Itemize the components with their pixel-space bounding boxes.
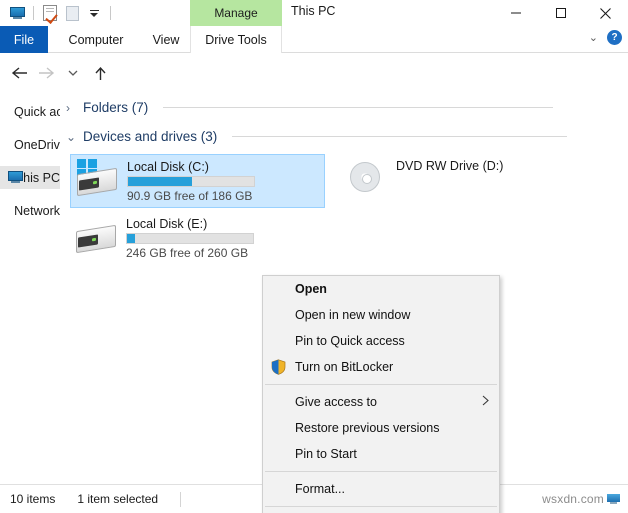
tab-file[interactable]: File xyxy=(0,26,48,53)
close-button[interactable] xyxy=(583,0,628,26)
context-menu-item-pin-quick-access[interactable]: Pin to Quick access xyxy=(263,328,499,354)
navigation-buttons xyxy=(6,61,113,85)
customize-dropdown-icon[interactable] xyxy=(85,4,103,22)
sidebar-item-label-quick-access: Quick access xyxy=(14,104,60,119)
sidebar-item-this-pc[interactable]: This PC xyxy=(0,166,60,189)
context-menu-label-pin-quick-access: Pin to Quick access xyxy=(295,334,405,348)
properties-icon[interactable] xyxy=(41,4,59,22)
chevron-right-icon-submenu xyxy=(482,395,489,409)
ribbon-right-controls: ⌄ ? xyxy=(589,30,622,45)
sidebar-item-onedrive[interactable]: OneDrive xyxy=(0,133,60,156)
group-header-folders[interactable]: › Folders (7) xyxy=(66,100,586,115)
group-divider-devices xyxy=(232,136,568,137)
tab-computer-label: Computer xyxy=(68,32,124,47)
this-pc-icon[interactable] xyxy=(8,4,26,22)
drive-tile-dvd-d[interactable]: DVD RW Drive (D:) xyxy=(340,154,590,200)
new-folder-icon[interactable] xyxy=(63,4,81,22)
context-menu-label-format: Format... xyxy=(295,482,346,496)
optical-drive-icon xyxy=(344,158,388,196)
tab-drive-tools[interactable]: Drive Tools xyxy=(190,26,282,53)
chevron-down-icon[interactable]: ⌄ xyxy=(589,31,598,44)
explorer-body: Quick access OneDrive This PC Network xyxy=(0,92,628,513)
status-selection: 1 item selected xyxy=(77,492,159,506)
quick-access-toolbar xyxy=(8,3,114,23)
up-icon[interactable] xyxy=(87,61,113,85)
sidebar-item-label-onedrive: OneDrive xyxy=(14,137,60,152)
context-menu-item-restore-previous-versions[interactable]: Restore previous versions xyxy=(263,415,499,441)
context-menu-separator-3 xyxy=(265,506,497,507)
contextual-tab-manage[interactable]: Manage xyxy=(190,0,282,26)
drive-free-space-c: 90.9 GB free of 186 GB xyxy=(127,189,253,203)
status-divider xyxy=(180,491,182,507)
status-item-count: 10 items xyxy=(10,492,56,506)
sidebar-item-label-network: Network xyxy=(14,203,60,218)
group-divider-folders xyxy=(163,107,554,108)
context-menu-item-give-access-to[interactable]: Give access to xyxy=(263,389,499,415)
chevron-down-icon-devices[interactable]: ⌄ xyxy=(66,130,76,144)
group-title-folders: Folders (7) xyxy=(83,100,149,115)
drive-tile-local-disk-e[interactable]: Local Disk (E:) 246 GB free of 260 GB xyxy=(70,212,325,264)
context-menu-item-turn-on-bitlocker[interactable]: Turn on BitLocker xyxy=(263,354,499,380)
toolbar-divider-2 xyxy=(110,6,111,20)
group-title-devices: Devices and drives (3) xyxy=(83,129,218,144)
ribbon-tab-row: File Computer View Drive Tools ⌄ ? xyxy=(0,26,628,53)
toolbar-divider xyxy=(33,6,34,20)
context-menu-separator-2 xyxy=(265,471,497,472)
drive-name-d: DVD RW Drive (D:) xyxy=(396,159,504,173)
sidebar-item-network[interactable]: Network xyxy=(0,199,60,222)
drive-free-space-e: 246 GB free of 260 GB xyxy=(126,246,249,260)
navigation-pane: Quick access OneDrive This PC Network xyxy=(0,92,60,484)
tab-computer[interactable]: Computer xyxy=(58,26,134,53)
watermark: wsxdn.com xyxy=(542,492,620,506)
minimize-button[interactable] xyxy=(493,0,538,26)
context-menu-item-pin-to-start[interactable]: Pin to Start xyxy=(263,441,499,467)
group-header-devices[interactable]: ⌄ Devices and drives (3) xyxy=(66,129,586,144)
tab-view-label: View xyxy=(152,32,180,47)
tab-drive-tools-label: Drive Tools xyxy=(205,32,267,47)
tab-file-label: File xyxy=(13,32,35,47)
back-icon[interactable] xyxy=(6,61,32,85)
context-menu-item-format[interactable]: Format... xyxy=(263,476,499,502)
drive-icon xyxy=(74,216,118,254)
shield-icon xyxy=(271,359,287,375)
windows-drive-icon xyxy=(75,159,119,197)
watermark-monitor-icon xyxy=(607,493,620,505)
context-menu[interactable]: Open Open in new window Pin to Quick acc… xyxy=(262,275,500,513)
window-title: This PC xyxy=(291,4,336,18)
context-menu-label-give-access-to: Give access to xyxy=(295,395,377,409)
context-menu-item-open-new-window[interactable]: Open in new window xyxy=(263,302,499,328)
context-menu-label-pin-to-start: Pin to Start xyxy=(295,447,357,461)
forward-icon[interactable] xyxy=(33,61,59,85)
drive-usage-bar-c xyxy=(127,176,255,187)
drive-tile-local-disk-c[interactable]: Local Disk (C:) 90.9 GB free of 186 GB xyxy=(70,154,325,208)
help-icon[interactable]: ? xyxy=(607,30,622,45)
maximize-button[interactable] xyxy=(538,0,583,26)
context-menu-label-open: Open xyxy=(295,282,327,296)
chevron-right-icon-folders[interactable]: › xyxy=(66,101,76,115)
manage-tab-label: Manage xyxy=(214,6,258,20)
context-menu-label-open-new-window: Open in new window xyxy=(295,308,411,322)
file-explorer-window: Manage This PC File Computer View Drive … xyxy=(0,0,628,513)
context-menu-item-open[interactable]: Open xyxy=(263,276,499,302)
context-menu-label-turn-on-bitlocker: Turn on BitLocker xyxy=(295,360,394,374)
sidebar-item-quick-access[interactable]: Quick access xyxy=(0,100,60,123)
address-bar-row: › This PC ⌄ Search This PC xyxy=(0,53,628,138)
recent-locations-icon[interactable] xyxy=(60,61,86,85)
monitor-icon xyxy=(8,171,23,184)
title-bar: Manage This PC xyxy=(0,0,628,26)
tab-view[interactable]: View xyxy=(142,26,190,53)
drive-usage-bar-e xyxy=(126,233,254,244)
context-menu-separator-1 xyxy=(265,384,497,385)
window-controls xyxy=(493,0,628,26)
watermark-text: wsxdn.com xyxy=(542,492,604,506)
drive-name-c: Local Disk (C:) xyxy=(127,160,209,174)
drive-name-e: Local Disk (E:) xyxy=(126,217,208,231)
context-menu-label-restore-previous-versions: Restore previous versions xyxy=(295,421,440,435)
